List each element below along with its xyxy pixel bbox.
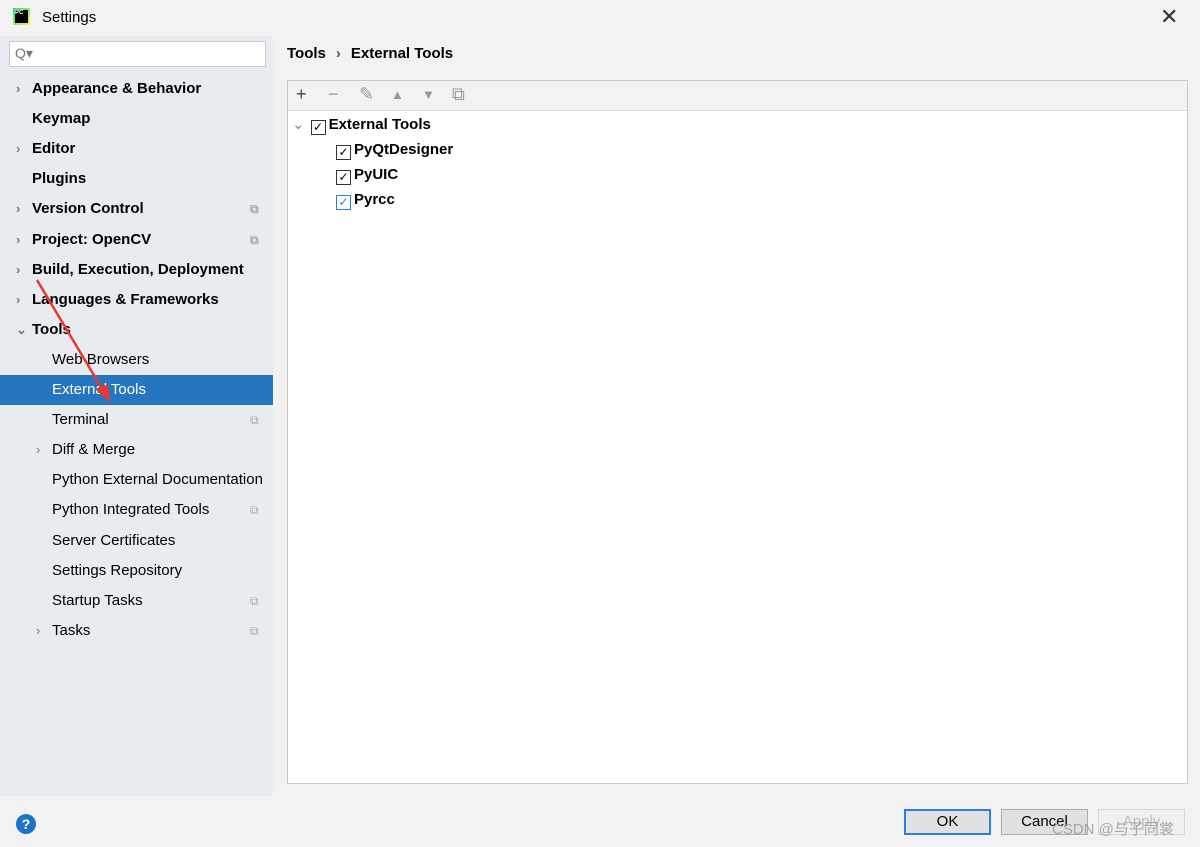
red-annotation-arrow bbox=[35, 279, 110, 402]
